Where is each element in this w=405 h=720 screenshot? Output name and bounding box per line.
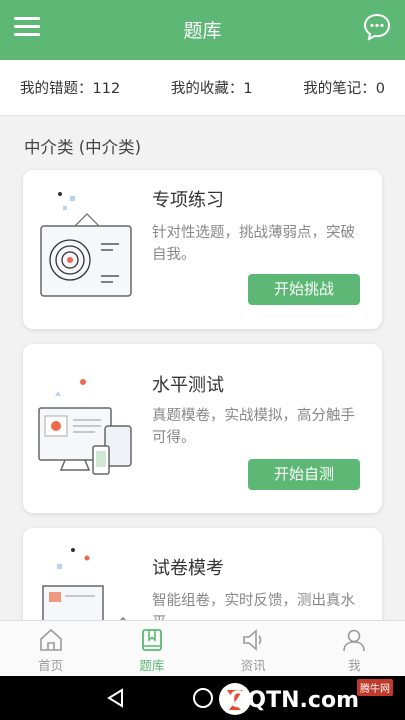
tab-label: 资讯 [240,658,266,673]
bottom-tab-bar: 首页 题库 资讯 我 [0,620,405,676]
tab-label: 题库 [139,658,165,673]
home-circle-icon[interactable] [192,687,214,709]
page-title: 题库 [183,20,222,42]
speaker-icon [243,629,262,651]
devices-illustration [38,379,132,475]
card-description: 针对性选题，挑战薄弱点，突破自我。 [152,225,355,263]
card-title: 试卷模考 [152,558,224,579]
tab-label: 我 [348,658,361,673]
target-board-illustration [40,192,132,297]
book-icon [141,629,162,651]
wrong-questions-link[interactable]: 我的错题：112 [20,77,120,98]
start-self-test-button[interactable]: 开始自测 [248,459,360,490]
tab-home[interactable]: 首页 [0,621,101,676]
card-title: 专项练习 [152,190,224,211]
back-icon[interactable] [106,688,126,708]
start-challenge-button[interactable]: 开始挑战 [248,274,360,305]
tab-me[interactable]: 我 [304,621,405,676]
chat-bubble-icon[interactable] [363,13,391,41]
watermark-badge: 腾牛网 [357,679,393,696]
notes-link[interactable]: 我的笔记：0 [303,77,385,98]
stats-bar: 我的错题：112 我的收藏：1 我的笔记：0 [0,60,405,116]
practice-card: 专项练习 针对性选题，挑战薄弱点，突破自我。 开始挑战 [23,170,382,329]
level-test-card: 水平测试 真题模卷，实战模拟，高分触手可得。 开始自测 [23,344,382,513]
app-bar: 题库 [0,0,405,60]
user-icon [343,629,366,652]
card-title: 水平测试 [152,375,224,396]
home-icon [39,628,62,651]
section-title: 中介类 (中介类) [24,138,142,157]
tab-label: 首页 [38,658,64,673]
favorites-link[interactable]: 我的收藏：1 [171,77,253,98]
tab-question-bank[interactable]: 题库 [101,621,202,676]
card-description: 真题模卷，实战模拟，高分触手可得。 [152,408,355,446]
watermark-text: QQTN.com [228,688,359,713]
tab-news[interactable]: 资讯 [203,621,304,676]
